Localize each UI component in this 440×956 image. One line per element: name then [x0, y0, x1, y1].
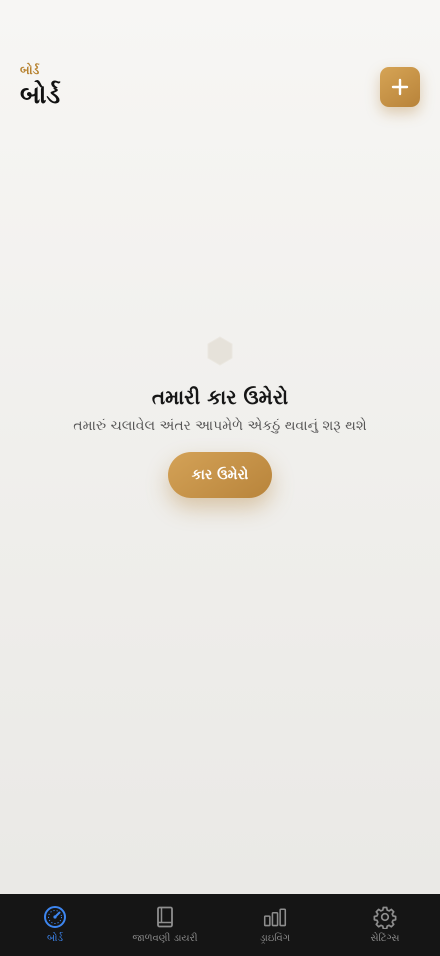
page-title: બોર્ડ [20, 80, 61, 109]
gear-icon [373, 906, 397, 929]
page-subtitle: બોર્ડ [20, 63, 40, 77]
add-car-cta-button[interactable]: કાર ઉમેરો [168, 452, 272, 498]
empty-state-title: તમારી કાર ઉમેરો [151, 385, 289, 409]
empty-state-description: તમારું ચલાવેલ અંતર આપમેળે એકઠું થવાનું શ… [73, 418, 367, 434]
tab-driving-label: ડ્રાઇવિંગ [259, 933, 291, 944]
tab-settings-label: સેટિંગ્સ [370, 933, 400, 944]
tab-driving[interactable]: ડ્રાઇવિંગ [220, 894, 330, 956]
empty-state: તમારી કાર ઉમેરો તમારું ચલાવેલ અંતર આપમેળ… [0, 336, 440, 436]
tab-maintenance-diary-label: જાળવણી ડાયરી [132, 933, 198, 944]
bottom-tab-bar: બોર્ડ જાળવણી ડાયરી ડ્રાઇવિંગ સેટિંગ્સ [0, 894, 440, 956]
page-header: બોર્ડ બોર્ડ [20, 62, 60, 111]
tab-board[interactable]: બોર્ડ [0, 894, 110, 956]
tab-maintenance-diary[interactable]: જાળવણી ડાયરી [110, 894, 220, 956]
speedometer-icon [44, 906, 66, 928]
book-icon [157, 906, 173, 928]
tab-board-label: બોર્ડ [46, 933, 64, 944]
tab-settings[interactable]: સેટિંગ્સ [330, 894, 440, 956]
add-car-button[interactable] [380, 67, 420, 107]
bar-chart-icon [263, 908, 287, 927]
plus-icon [391, 78, 409, 96]
hexagon-icon [207, 336, 233, 366]
